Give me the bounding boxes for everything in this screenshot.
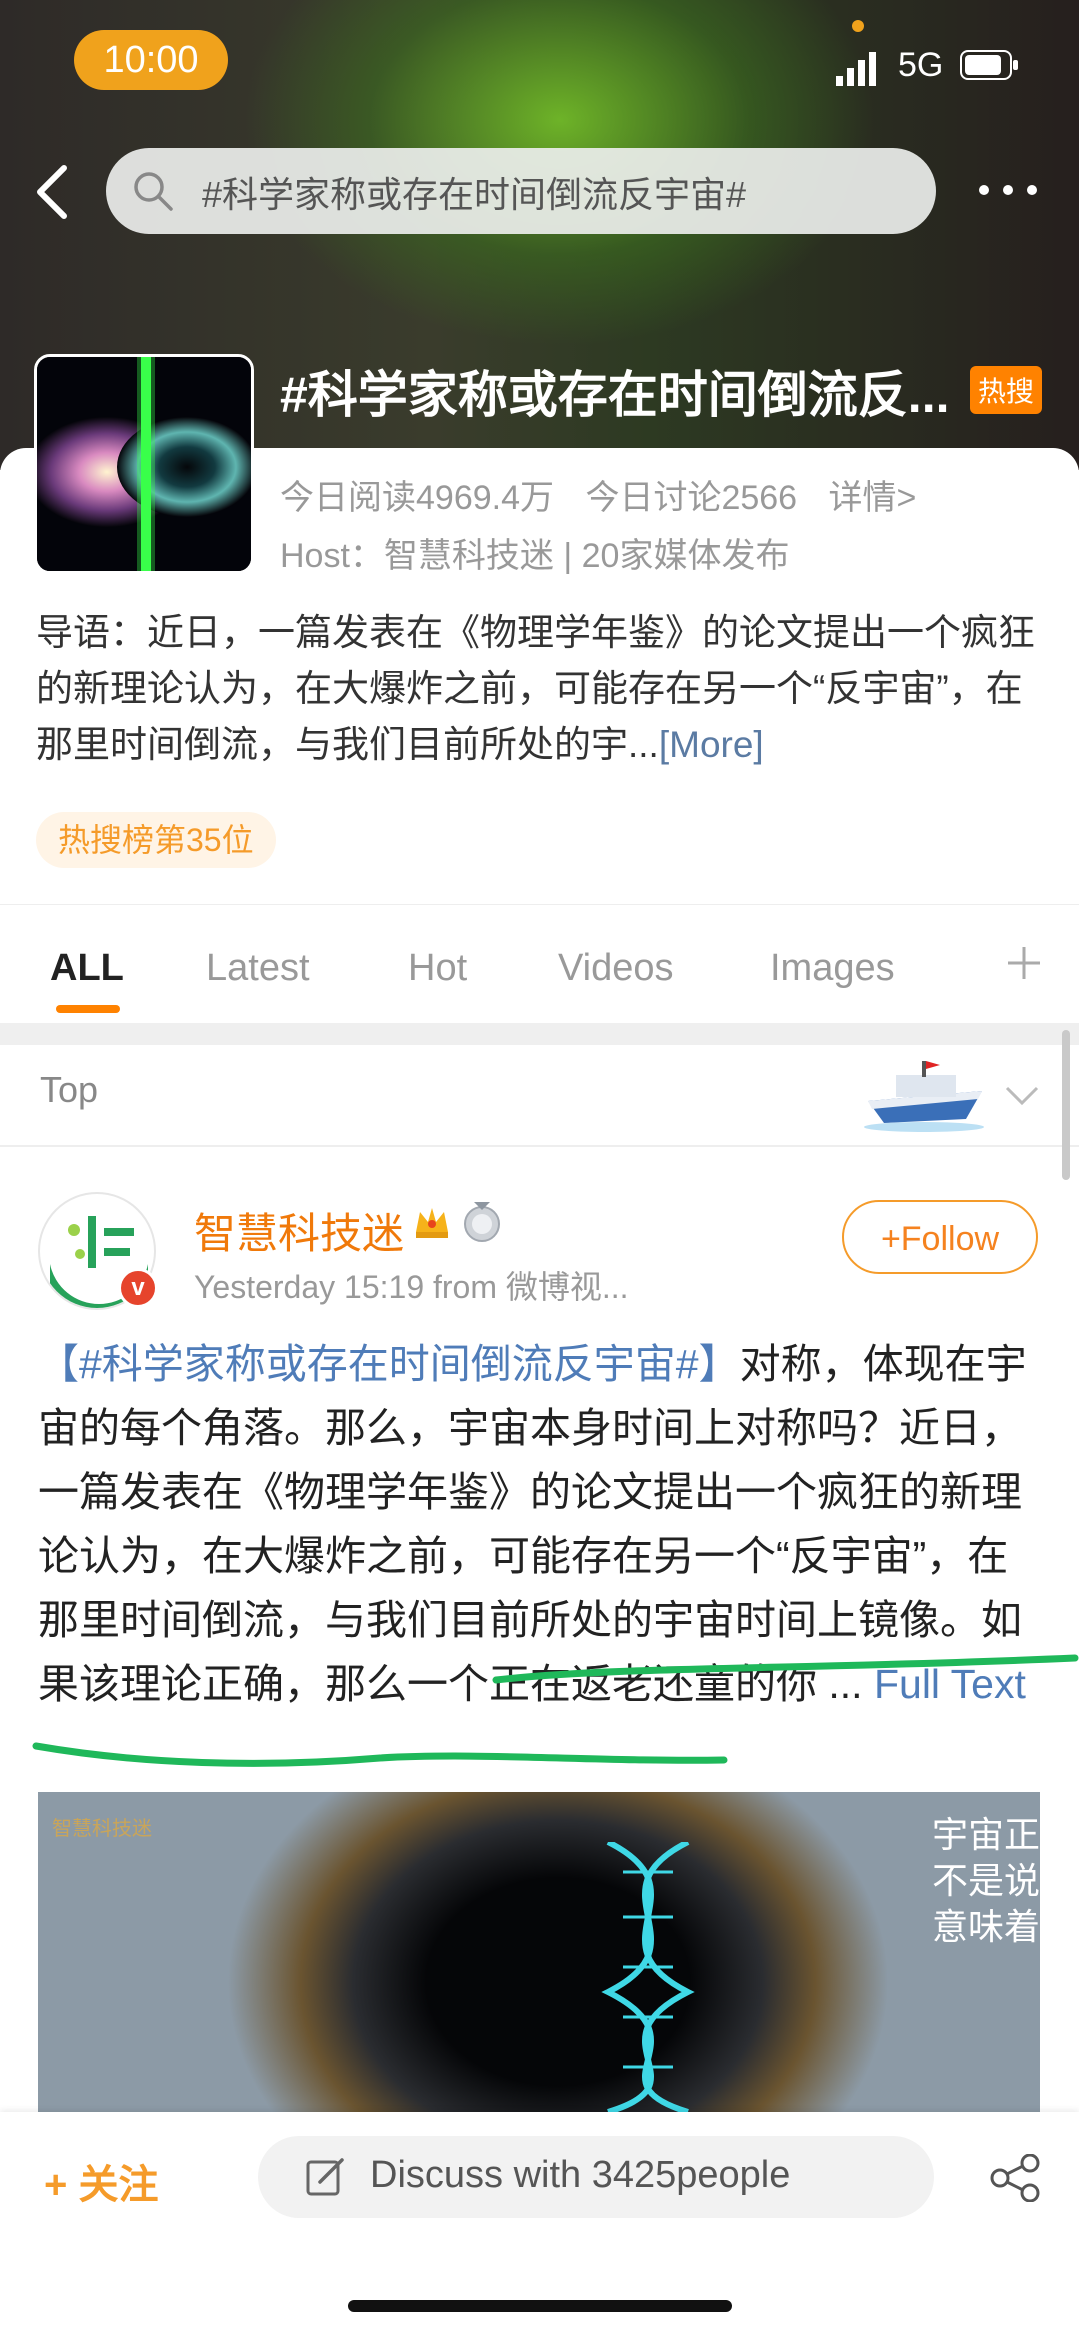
topic-stats: 今日阅读4969.4万 今日讨论2566 详情> — [280, 470, 938, 519]
add-tab-icon[interactable] — [1006, 945, 1042, 981]
post-hashtag[interactable]: 【#科学家称或存在时间倒流反宇宙#】 — [38, 1341, 740, 1387]
tab-all[interactable]: ALL — [50, 947, 124, 990]
verified-badge: v — [118, 1268, 158, 1308]
edit-icon — [306, 2158, 344, 2196]
divider — [0, 1145, 1079, 1147]
chevron-down-icon[interactable] — [1004, 1085, 1040, 1107]
back-arrow-icon[interactable] — [30, 160, 74, 224]
ship-sticker-icon — [864, 1061, 984, 1132]
post-video-thumbnail[interactable]: 智慧科技迷 宇宙正 不是说 意味着 — [38, 1792, 1040, 2112]
galaxy-image — [37, 357, 251, 571]
section-separator — [0, 1023, 1079, 1045]
reads-today: 今日阅读4969.4万 — [280, 479, 554, 517]
follow-topic-button[interactable]: + 关注 — [44, 2152, 158, 2210]
search-bar[interactable]: #科学家称或存在时间倒流反宇宙# — [106, 148, 936, 234]
crown-icon — [416, 1208, 448, 1238]
intro-text: 导语：近日，一篇发表在《物理学年鉴》的论文提出一个疯狂的新理论认为，在大爆炸之前… — [36, 612, 1035, 765]
top-label: Top — [40, 1069, 99, 1110]
rank-badge[interactable]: 热搜榜第35位 — [36, 812, 276, 868]
signal-icon — [836, 52, 876, 86]
post-meta: Yesterday 15:19 from 微博视... — [194, 1269, 629, 1305]
tab-hot[interactable]: Hot — [408, 947, 467, 990]
topic-cover-image — [34, 354, 254, 574]
battery-icon — [960, 50, 1018, 80]
discuss-label: Discuss with 3425people — [370, 2154, 791, 2196]
scrollbar[interactable] — [1062, 1030, 1070, 1180]
medal-icon — [464, 1202, 500, 1242]
tab-videos[interactable]: Videos — [558, 947, 674, 990]
active-tab-indicator — [56, 1005, 120, 1013]
more-options-icon[interactable] — [976, 180, 1040, 200]
tab-images[interactable]: Images — [770, 947, 895, 990]
network-type: 5G — [898, 46, 944, 84]
search-icon — [134, 172, 173, 211]
discussions-today: 今日讨论2566 — [585, 479, 798, 517]
share-icon[interactable] — [990, 2154, 1040, 2202]
author-name[interactable]: 智慧科技迷 — [194, 1200, 404, 1261]
hot-badge: 热搜 — [970, 366, 1043, 414]
video-caption: 宇宙正 不是说 意味着 — [931, 1814, 1040, 1947]
home-indicator[interactable] — [348, 2300, 732, 2312]
more-link[interactable]: [More] — [659, 724, 764, 765]
tab-bar: ALL Latest Hot Videos Images — [0, 905, 1079, 1023]
media-watermark: 智慧科技迷 — [52, 1818, 152, 1840]
details-link[interactable]: 详情> — [829, 479, 917, 517]
search-query: #科学家称或存在时间倒流反宇宙# — [202, 174, 747, 215]
tab-latest[interactable]: Latest — [206, 947, 310, 990]
topic-title: #科学家称或存在时间倒流反... — [280, 367, 950, 423]
discuss-input[interactable]: Discuss with 3425people — [258, 2136, 934, 2218]
status-time: 10:00 — [74, 30, 228, 90]
recording-indicator — [852, 20, 864, 32]
highlight-underline — [32, 1654, 1079, 1767]
host-line: Host：智慧科技迷 | 20家媒体发布 — [280, 537, 790, 575]
top-section-header: Top — [0, 1045, 1079, 1145]
topic-intro: 导语：近日，一篇发表在《物理学年鉴》的论文提出一个疯狂的新理论认为，在大爆炸之前… — [36, 605, 1046, 773]
follow-button[interactable]: +Follow — [842, 1200, 1038, 1274]
dna-helix-image — [601, 1842, 695, 2112]
